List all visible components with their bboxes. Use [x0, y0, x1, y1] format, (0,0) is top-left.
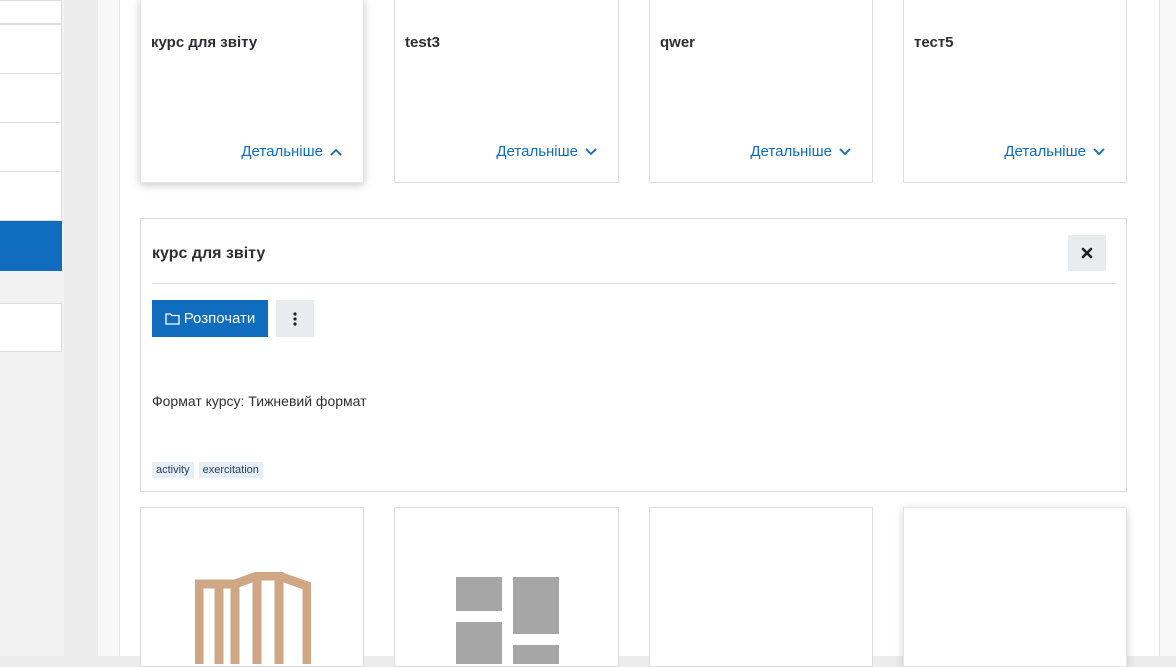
detail-divider [152, 283, 1116, 284]
course-actions-menu-button[interactable] [276, 300, 314, 337]
course-card-title: test3 [405, 34, 441, 51]
course-detail-title: курс для звіту [152, 245, 266, 262]
course-thumbnail-image [195, 572, 311, 664]
details-toggle-link[interactable]: Детальніше [496, 143, 598, 160]
course-thumbnail-image [456, 577, 559, 664]
close-detail-button[interactable] [1068, 235, 1106, 271]
chevron-down-icon [1093, 147, 1105, 155]
kebab-menu-icon [293, 311, 297, 326]
details-toggle-link[interactable]: Детальніше [750, 143, 852, 160]
details-link-label: Детальніше [241, 143, 323, 160]
sidebar-item-active[interactable] [0, 221, 62, 271]
sidebar-item[interactable] [0, 171, 62, 221]
chevron-down-icon [585, 147, 597, 155]
course-card-title: курс для звіту [151, 34, 258, 51]
course-card[interactable]: курс для звіту Детальніше [140, 0, 364, 183]
course-card[interactable]: тест5 Детальніше [903, 0, 1127, 183]
sidebar-gutter [64, 0, 98, 656]
details-link-label: Детальніше [750, 143, 832, 160]
start-course-label: Розпочати [183, 310, 256, 327]
course-card[interactable]: qwer Детальніше [649, 0, 873, 183]
start-course-button[interactable]: Розпочати [152, 300, 268, 337]
chevron-down-icon [839, 147, 851, 155]
sidebar-item[interactable] [0, 73, 62, 123]
sidebar-item[interactable] [0, 303, 62, 352]
course-tags: activity exercitation [152, 462, 263, 478]
details-link-label: Детальніше [1004, 143, 1086, 160]
chevron-up-icon [330, 148, 342, 156]
sidebar-item[interactable] [0, 24, 62, 74]
course-card-title: qwer [660, 34, 696, 51]
course-card[interactable] [394, 507, 619, 667]
course-card[interactable] [903, 507, 1127, 667]
course-card[interactable]: test3 Детальніше [394, 0, 619, 183]
tag-badge[interactable]: exercitation [198, 462, 263, 478]
sidebar [0, 0, 64, 656]
details-link-label: Детальніше [496, 143, 578, 160]
course-detail-panel: курс для звіту Розпочати Формат курсу: Т… [140, 218, 1127, 492]
sidebar-item[interactable] [0, 122, 62, 172]
course-card[interactable] [140, 507, 364, 667]
sidebar-item[interactable] [0, 0, 62, 24]
folder-icon [165, 313, 180, 325]
course-card-title: тест5 [914, 34, 954, 51]
tag-badge[interactable]: activity [152, 462, 194, 478]
details-toggle-link[interactable]: Детальніше [1004, 143, 1106, 160]
course-card[interactable] [649, 507, 873, 667]
close-icon [1081, 247, 1093, 259]
details-toggle-link[interactable]: Детальніше [241, 143, 343, 160]
course-format-text: Формат курсу: Тижневий формат [152, 393, 367, 409]
